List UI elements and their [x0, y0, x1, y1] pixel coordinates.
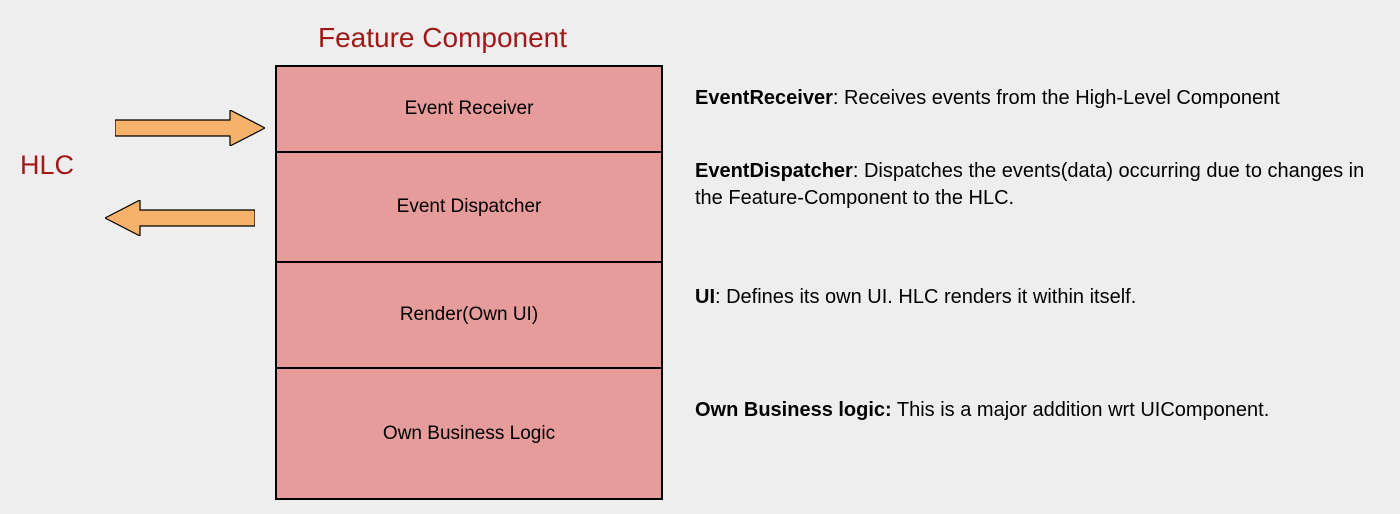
- arrow-right-icon: [115, 110, 265, 146]
- desc-term: EventReceiver: [695, 87, 833, 109]
- hlc-label: HLC: [20, 150, 74, 181]
- desc-event-receiver: EventReceiver: Receives events from the …: [695, 85, 1385, 112]
- layer-label: Event Receiver: [405, 98, 534, 120]
- feature-component-box: Event Receiver Event Dispatcher Render(O…: [275, 65, 663, 500]
- desc-business-logic: Own Business logic: This is a major addi…: [695, 397, 1385, 424]
- desc-term: EventDispatcher: [695, 160, 853, 182]
- layer-render-ui: Render(Own UI): [277, 263, 661, 369]
- layer-event-receiver: Event Receiver: [277, 67, 661, 153]
- desc-ui: UI: Defines its own UI. HLC renders it w…: [695, 284, 1385, 311]
- desc-text: : Defines its own UI. HLC renders it wit…: [715, 286, 1136, 308]
- layer-event-dispatcher: Event Dispatcher: [277, 153, 661, 263]
- layer-label: Render(Own UI): [400, 304, 538, 326]
- desc-text: This is a major addition wrt UIComponent…: [892, 399, 1270, 421]
- descriptions: EventReceiver: Receives events from the …: [695, 85, 1385, 424]
- layer-business-logic: Own Business Logic: [277, 369, 661, 498]
- desc-term: Own Business logic:: [695, 399, 892, 421]
- diagram-title: Feature Component: [318, 22, 567, 54]
- desc-term: UI: [695, 286, 715, 308]
- arrow-left-icon: [105, 200, 255, 236]
- layer-label: Own Business Logic: [383, 423, 555, 445]
- desc-event-dispatcher: EventDispatcher: Dispatches the events(d…: [695, 158, 1385, 212]
- desc-text: : Receives events from the High-Level Co…: [833, 87, 1280, 109]
- layer-label: Event Dispatcher: [397, 196, 542, 218]
